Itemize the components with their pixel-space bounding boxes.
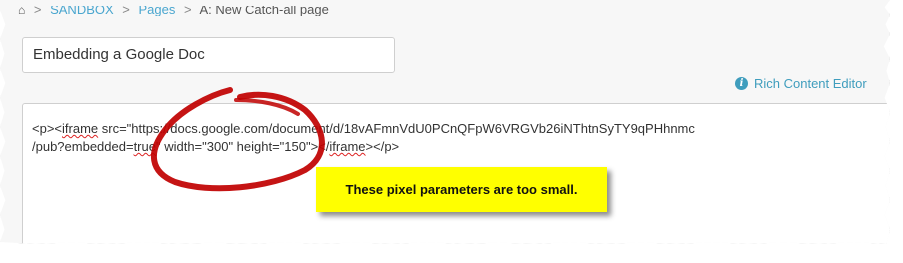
annotation-callout: These pixel parameters are too small.: [316, 167, 607, 212]
breadcrumb: ⌂ > SANDBOX > Pages > A: New Catch-all p…: [18, 2, 329, 16]
rich-content-editor-link[interactable]: i Rich Content Editor: [735, 76, 867, 91]
breadcrumb-separator: >: [184, 2, 192, 16]
callout-text: These pixel parameters are too small.: [345, 182, 578, 197]
breadcrumb-separator: >: [122, 2, 130, 16]
breadcrumb-item-pages[interactable]: Pages: [139, 6, 176, 16]
home-icon[interactable]: ⌂: [18, 6, 25, 16]
code-line: /pub?embedded=true" width="300" height="…: [32, 139, 400, 154]
info-icon: i: [735, 77, 748, 90]
page-title-input[interactable]: Embedding a Google Doc: [22, 37, 395, 73]
breadcrumb-separator: >: [33, 2, 42, 16]
code-line: <p><iframe src="https://docs.google.com/…: [32, 121, 695, 136]
breadcrumb-item-current-page: A: New Catch-all page: [199, 2, 329, 16]
rich-content-editor-label: Rich Content Editor: [754, 76, 867, 91]
breadcrumb-item-sandbox[interactable]: SANDBOX: [50, 6, 114, 16]
